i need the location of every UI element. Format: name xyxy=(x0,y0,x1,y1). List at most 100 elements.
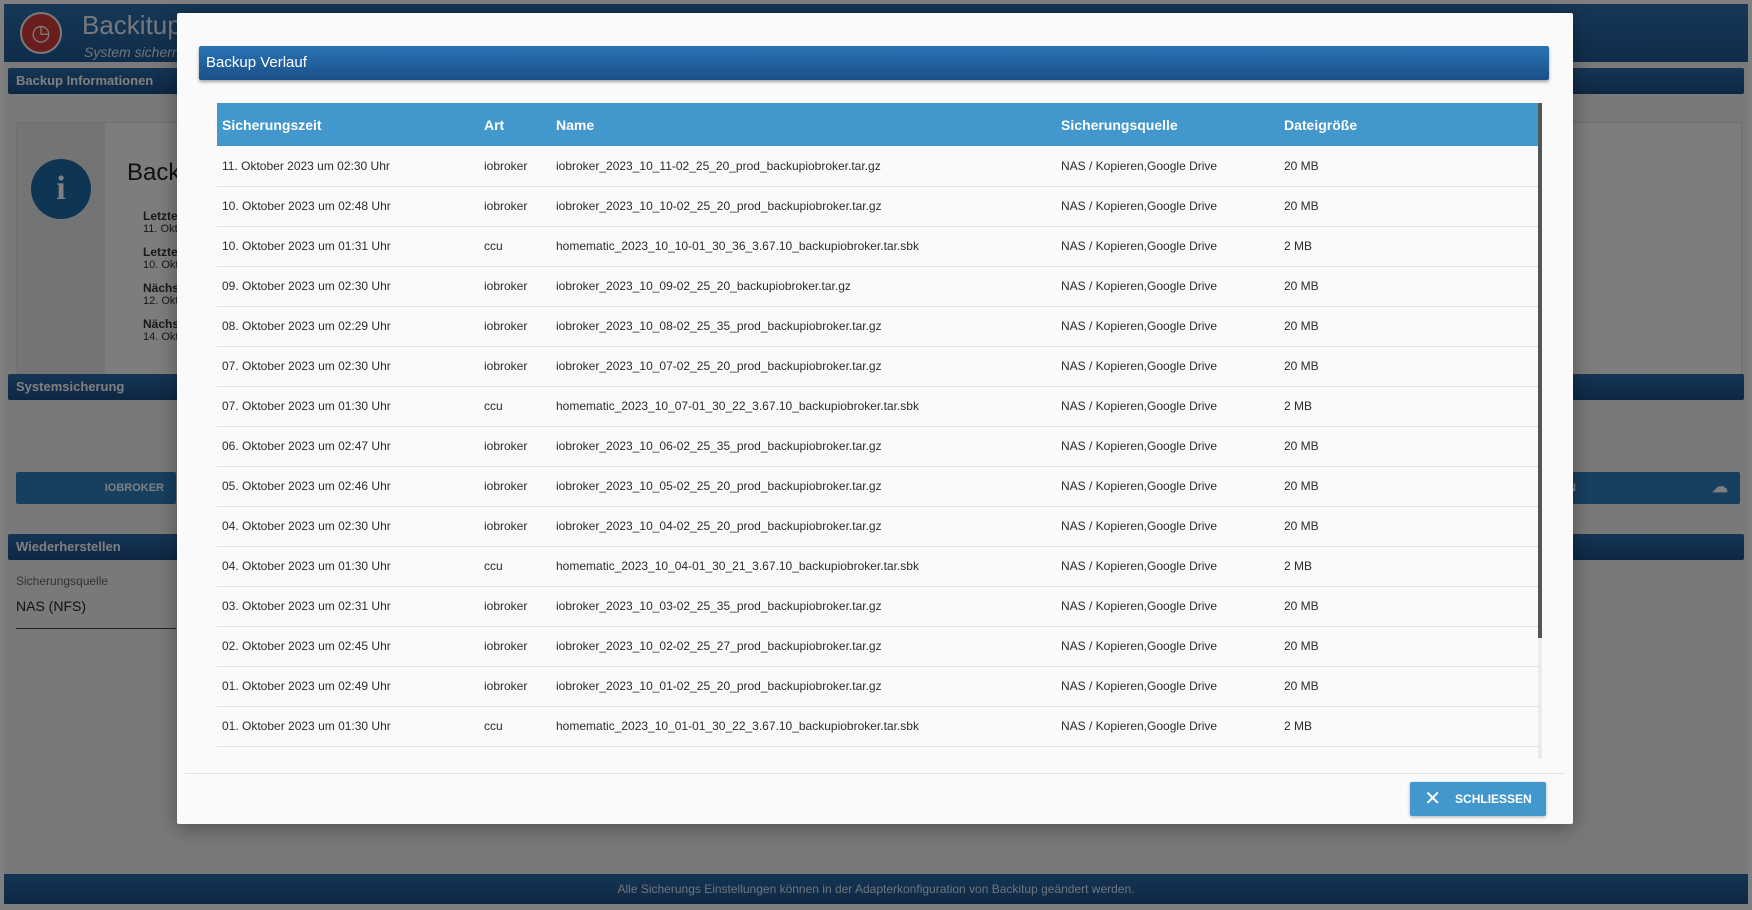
dialog-title: Backup Verlauf xyxy=(199,46,1549,80)
cell-time: 11. Oktober 2023 um 02:30 Uhr xyxy=(222,158,390,173)
cell-time: 02. Oktober 2023 um 02:45 Uhr xyxy=(222,639,391,653)
close-button[interactable]: ✕ SCHLIESSEN xyxy=(1410,782,1546,816)
cell-type: iobroker xyxy=(484,679,528,693)
table-row[interactable]: 10. Oktober 2023 um 02:48 Uhr iobroker iob… xyxy=(217,186,1538,226)
cell-type: iobroker xyxy=(484,359,528,373)
cell-name: iobroker_2023_10_11-02_25_20_prod_backup… xyxy=(556,158,881,173)
cell-time: 06. Oktober 2023 um 02:47 Uhr xyxy=(222,439,391,453)
backup-history-dialog: Backup Verlauf Sicherungszeit Art Name S… xyxy=(177,13,1573,824)
table-row[interactable]: 07. Oktober 2023 um 02:30 Uhr iobroker iob… xyxy=(217,346,1538,386)
table-header-row: Sicherungszeit Art Name Sicherungsquelle… xyxy=(217,103,1538,146)
cell-size: 20 MB xyxy=(1284,319,1319,333)
history-table: Sicherungszeit Art Name Sicherungsquelle… xyxy=(217,103,1538,747)
cell-name: iobroker_2023_10_10-02_25_20_prod_backup… xyxy=(556,199,882,213)
table-row[interactable]: 07. Oktober 2023 um 01:30 Uhr ccu homemati… xyxy=(217,386,1538,426)
cell-size: 20 MB xyxy=(1284,279,1319,293)
table-row[interactable]: 09. Oktober 2023 um 02:30 Uhr iobroker iob… xyxy=(217,266,1538,306)
cell-type: ccu xyxy=(484,239,503,253)
cell-time: 10. Oktober 2023 um 02:48 Uhr xyxy=(222,199,391,213)
cell-time: 01. Oktober 2023 um 01:30 Uhr xyxy=(222,719,391,733)
cell-type: iobroker xyxy=(484,439,528,453)
cell-time: 08. Oktober 2023 um 02:29 Uhr xyxy=(222,319,391,333)
cell-source: NAS / Kopieren,Google Drive xyxy=(1061,399,1218,413)
cell-time: 04. Oktober 2023 um 02:30 Uhr xyxy=(222,519,391,533)
column-header-source: Sicherungsquelle xyxy=(1061,116,1178,133)
cell-source: NAS / Kopieren,Google Drive xyxy=(1061,199,1218,213)
cell-type: iobroker xyxy=(484,319,528,333)
cell-source: NAS / Kopieren,Google Drive xyxy=(1061,599,1218,613)
cell-source: NAS / Kopieren,Google Drive xyxy=(1061,719,1218,733)
cell-source: NAS / Kopieren,Google Drive xyxy=(1061,439,1218,453)
cell-time: 03. Oktober 2023 um 02:31 Uhr xyxy=(222,599,391,613)
table-row[interactable]: 06. Oktober 2023 um 02:47 Uhr iobroker iob… xyxy=(217,426,1538,466)
cell-type: iobroker xyxy=(484,479,528,493)
cell-name: iobroker_2023_10_01-02_25_20_prod_backup… xyxy=(556,679,882,693)
cell-type: ccu xyxy=(484,399,503,413)
cell-time: 10. Oktober 2023 um 01:31 Uhr xyxy=(222,239,391,253)
cell-time: 05. Oktober 2023 um 02:46 Uhr xyxy=(222,479,391,493)
cell-source: NAS / Kopieren,Google Drive xyxy=(1061,559,1218,573)
table-row[interactable]: 05. Oktober 2023 um 02:46 Uhr iobroker iob… xyxy=(217,466,1538,506)
cell-size: 20 MB xyxy=(1284,639,1319,653)
cell-size: 20 MB xyxy=(1284,439,1319,453)
close-icon: ✕ xyxy=(1424,788,1442,810)
cell-size: 2 MB xyxy=(1284,239,1313,253)
cell-type: iobroker xyxy=(484,199,528,213)
table-row[interactable]: 10. Oktober 2023 um 01:31 Uhr ccu homemati… xyxy=(217,226,1538,266)
cell-name: iobroker_2023_10_02-02_25_27_prod_backup… xyxy=(556,639,882,653)
cell-name: homematic_2023_10_07-01_30_22_3.67.10_ba… xyxy=(556,399,919,413)
cell-size: 2 MB xyxy=(1284,559,1313,573)
table-row[interactable]: 01. Oktober 2023 um 02:49 Uhr iobroker iob… xyxy=(217,666,1538,706)
cell-name: iobroker_2023_10_04-02_25_20_prod_backup… xyxy=(556,519,882,533)
cell-size: 2 MB xyxy=(1284,719,1313,733)
table-row[interactable]: 04. Oktober 2023 um 01:30 Uhr ccu homemati… xyxy=(217,546,1538,586)
cell-size: 2 MB xyxy=(1284,399,1313,413)
cell-type: iobroker xyxy=(484,279,528,293)
cell-source: NAS / Kopieren,Google Drive xyxy=(1061,158,1218,173)
cell-source: NAS / Kopieren,Google Drive xyxy=(1061,519,1218,533)
column-header-size: Dateigröße xyxy=(1284,116,1358,133)
column-header-type: Art xyxy=(484,116,505,133)
cell-size: 20 MB xyxy=(1284,359,1319,373)
cell-name: homematic_2023_10_10-01_30_36_3.67.10_ba… xyxy=(556,239,919,253)
cell-source: NAS / Kopieren,Google Drive xyxy=(1061,479,1218,493)
table-row[interactable]: 01. Oktober 2023 um 01:30 Uhr ccu homemati… xyxy=(217,706,1538,746)
cell-name: iobroker_2023_10_08-02_25_35_prod_backup… xyxy=(556,319,882,333)
cell-time: 01. Oktober 2023 um 02:49 Uhr xyxy=(222,679,391,693)
cell-name: iobroker_2023_10_06-02_25_35_prod_backup… xyxy=(556,439,882,453)
table-row[interactable]: 11. Oktober 2023 um 02:30 Uhr iobroker iob… xyxy=(217,146,1538,186)
cell-size: 20 MB xyxy=(1284,519,1319,533)
table-row[interactable]: 03. Oktober 2023 um 02:31 Uhr iobroker iob… xyxy=(217,586,1538,626)
cell-time: 07. Oktober 2023 um 02:30 Uhr xyxy=(222,359,391,373)
column-header-time: Sicherungszeit xyxy=(222,116,322,133)
table-scrollbar-thumb[interactable] xyxy=(1538,103,1542,638)
cell-source: NAS / Kopieren,Google Drive xyxy=(1061,239,1218,253)
table-row[interactable]: 04. Oktober 2023 um 02:30 Uhr iobroker iob… xyxy=(217,506,1538,546)
cell-type: ccu xyxy=(484,719,503,733)
cell-source: NAS / Kopieren,Google Drive xyxy=(1061,359,1218,373)
cell-size: 20 MB xyxy=(1284,599,1319,613)
cell-size: 20 MB xyxy=(1284,679,1319,693)
cell-time: 07. Oktober 2023 um 01:30 Uhr xyxy=(222,399,391,413)
cell-size: 20 MB xyxy=(1284,479,1319,493)
cell-name: iobroker_2023_10_05-02_25_20_prod_backup… xyxy=(556,479,882,493)
cell-type: iobroker xyxy=(484,519,528,533)
cell-time: 04. Oktober 2023 um 01:30 Uhr xyxy=(222,559,391,573)
table-row[interactable]: 08. Oktober 2023 um 02:29 Uhr iobroker iob… xyxy=(217,306,1538,346)
cell-name: homematic_2023_10_01-01_30_22_3.67.10_ba… xyxy=(556,719,919,733)
cell-name: iobroker_2023_10_07-02_25_20_prod_backup… xyxy=(556,359,882,373)
cell-type: iobroker xyxy=(484,158,528,173)
cell-source: NAS / Kopieren,Google Drive xyxy=(1061,679,1218,693)
cell-type: iobroker xyxy=(484,599,528,613)
close-button-label: SCHLIESSEN xyxy=(1455,792,1532,806)
cell-name: iobroker_2023_10_09-02_25_20_backupiobro… xyxy=(556,279,851,293)
history-table-body: 11. Oktober 2023 um 02:30 Uhr iobroker iob… xyxy=(217,146,1538,746)
history-table-container[interactable]: Sicherungszeit Art Name Sicherungsquelle… xyxy=(217,103,1538,759)
cell-name: homematic_2023_10_04-01_30_21_3.67.10_ba… xyxy=(556,559,919,573)
cell-source: NAS / Kopieren,Google Drive xyxy=(1061,639,1218,653)
table-row[interactable]: 02. Oktober 2023 um 02:45 Uhr iobroker iob… xyxy=(217,626,1538,666)
cell-size: 20 MB xyxy=(1284,199,1319,213)
cell-source: NAS / Kopieren,Google Drive xyxy=(1061,319,1218,333)
cell-size: 20 MB xyxy=(1284,158,1319,173)
cell-time: 09. Oktober 2023 um 02:30 Uhr xyxy=(222,279,391,293)
